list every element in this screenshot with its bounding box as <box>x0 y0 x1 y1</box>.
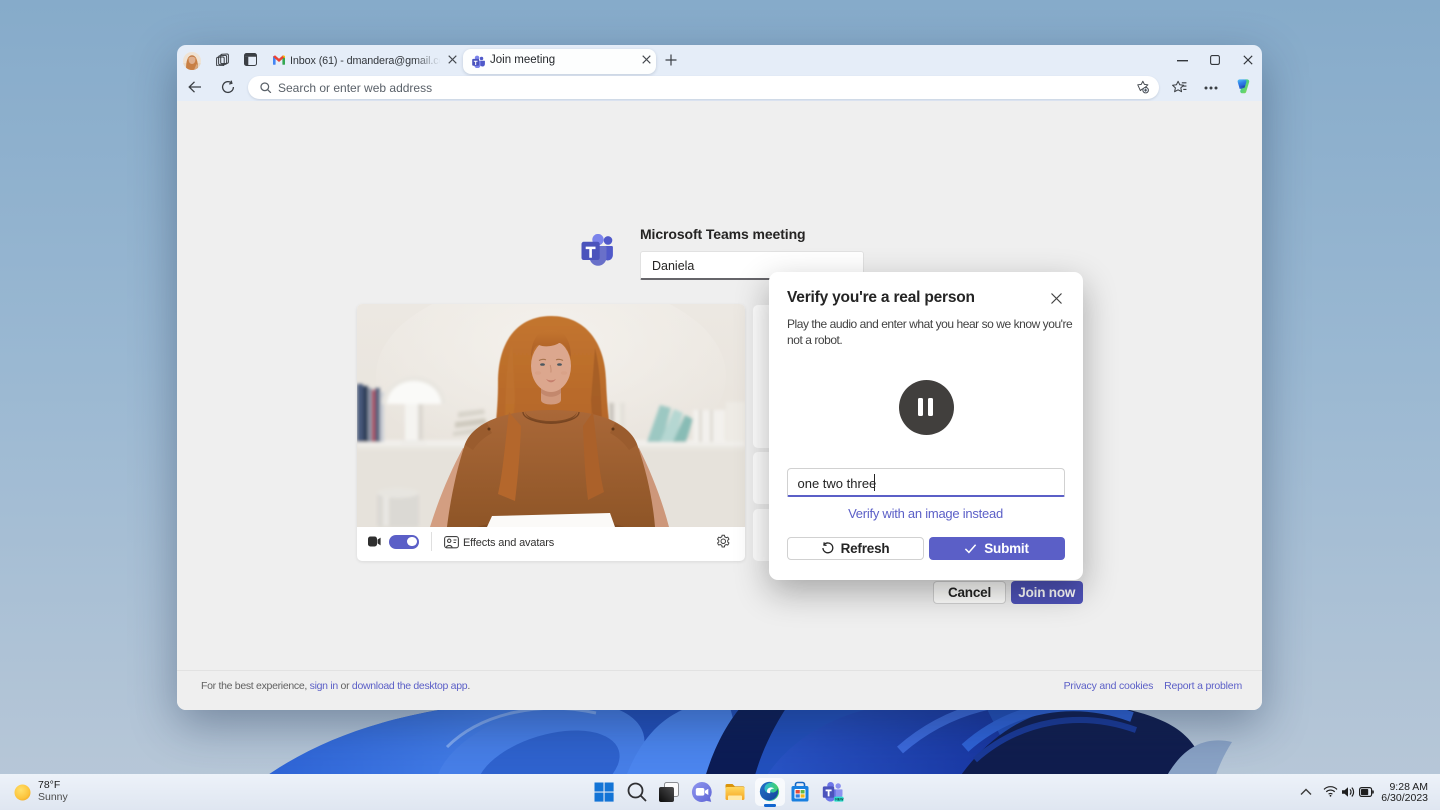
svg-text:NEW: NEW <box>835 798 844 802</box>
